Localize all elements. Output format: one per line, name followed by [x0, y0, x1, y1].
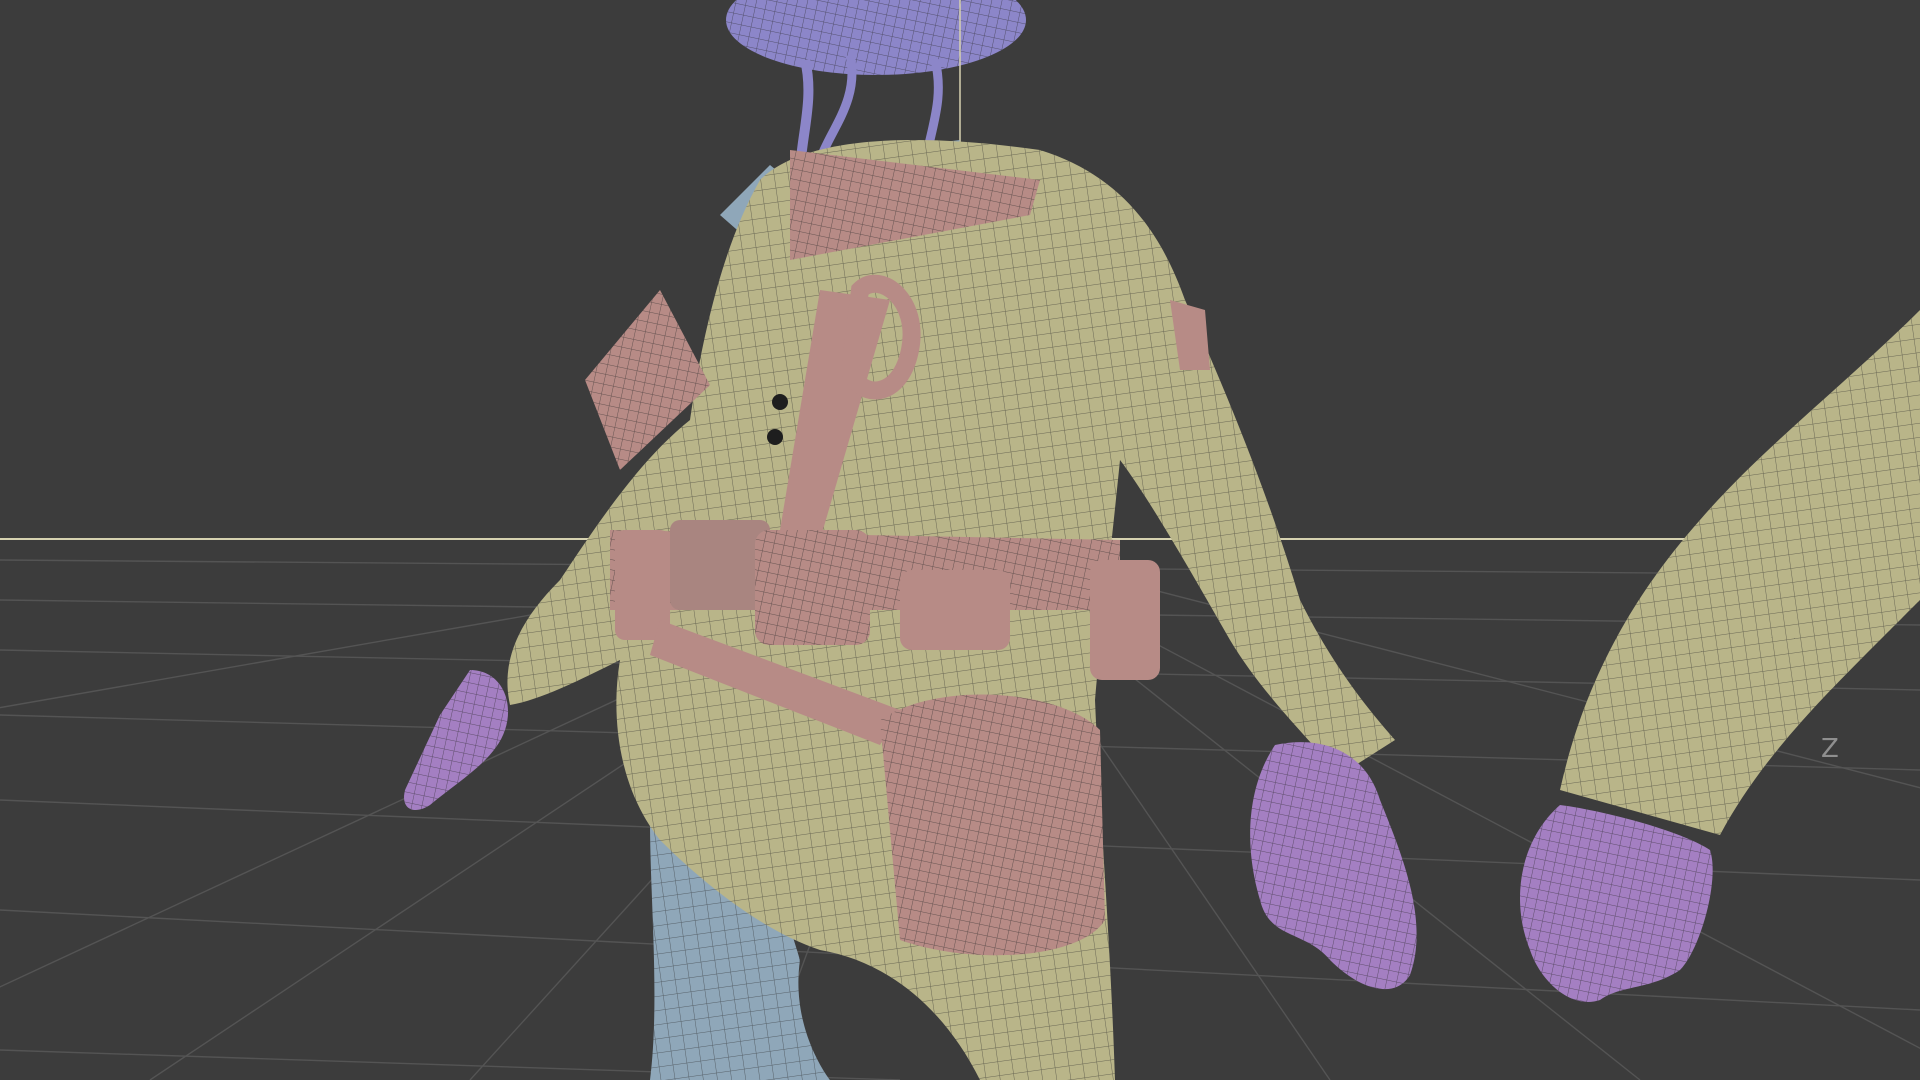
axis-z-label: Z — [1821, 734, 1839, 764]
viewport-canvas[interactable] — [0, 0, 1920, 1080]
3d-viewport[interactable]: Z — [0, 0, 1920, 1080]
